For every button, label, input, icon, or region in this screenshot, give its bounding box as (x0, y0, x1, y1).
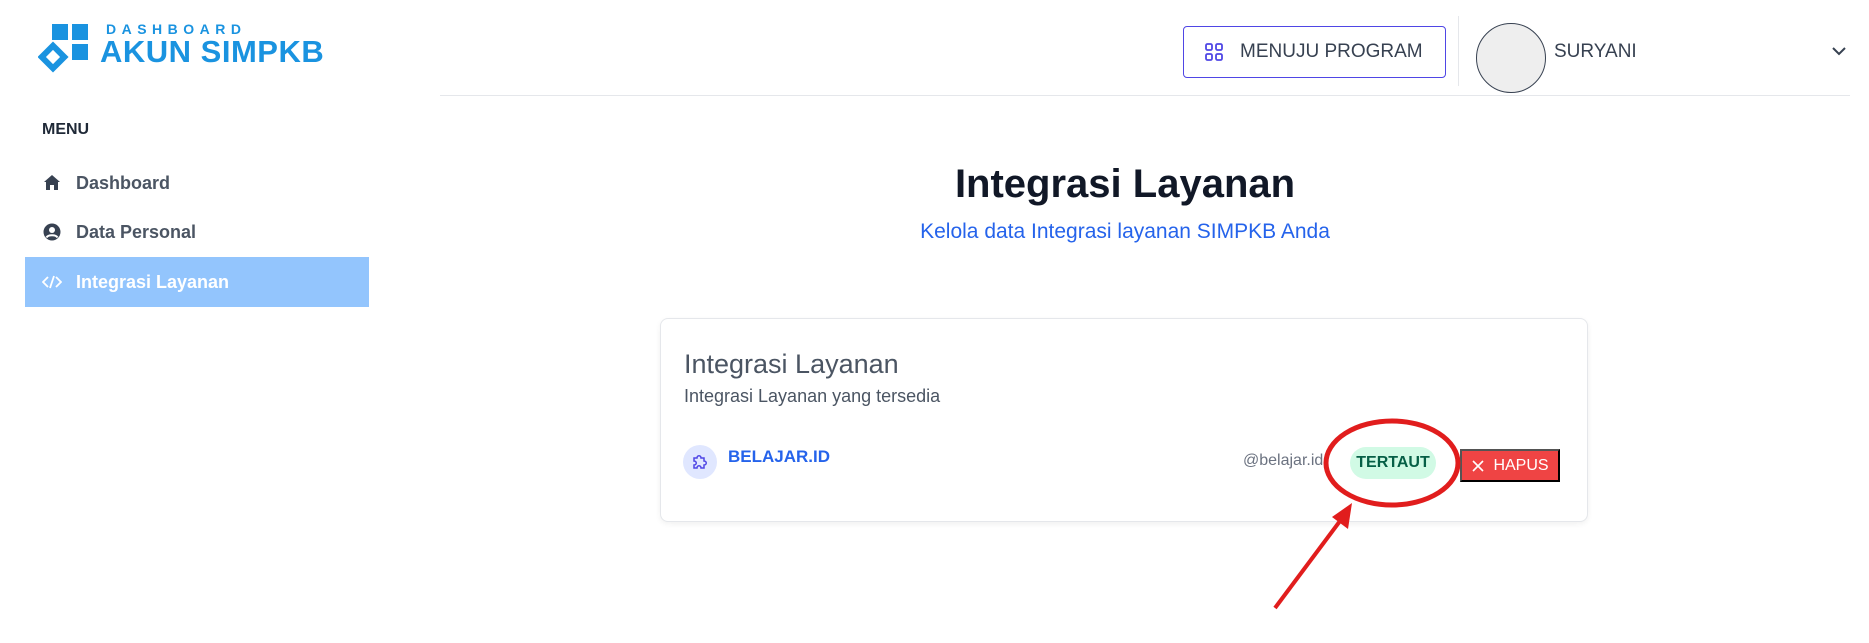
code-icon (42, 272, 62, 292)
logo-mark-icon (38, 24, 88, 73)
logo[interactable]: DASHBOARD AKUN SIMPKB (38, 20, 328, 78)
page: DASHBOARD AKUN SIMPKB MENU Dashboard Dat… (0, 0, 1869, 643)
sidebar-item-label: Integrasi Layanan (76, 271, 230, 292)
page-title: Integrasi Layanan (954, 162, 1296, 206)
menuju-program-button[interactable]: MENUJU PROGRAM (1183, 26, 1446, 78)
user-circle-icon (42, 222, 62, 242)
user-name: SURYANI (1554, 41, 1637, 62)
close-icon (1472, 459, 1485, 472)
service-account: @belajar.id (1243, 452, 1324, 469)
puzzle-icon (683, 445, 717, 479)
card-subtitle: Integrasi Layanan yang tersedia (684, 386, 941, 406)
hapus-label: HAPUS (1493, 456, 1549, 474)
sidebar-item-label: Dashboard (76, 172, 171, 193)
annotation-arrow-shaft (1273, 515, 1345, 610)
page-subtitle: Kelola data Integrasi layanan SIMPKB And… (920, 220, 1330, 243)
card-title: Integrasi Layanan (684, 349, 899, 379)
sidebar-item-integrasi-layanan[interactable]: Integrasi Layanan (25, 257, 369, 307)
sidebar-item-data-personal[interactable]: Data Personal (25, 207, 369, 257)
header-separator (1458, 16, 1459, 86)
logo-big-text: AKUN SIMPKB (100, 34, 325, 69)
avatar[interactable] (1476, 23, 1546, 93)
integration-card: Integrasi Layanan Integrasi Layanan yang… (660, 318, 1588, 522)
home-icon (42, 173, 62, 193)
menuju-program-label: MENUJU PROGRAM (1240, 41, 1423, 62)
menu-heading: MENU (42, 121, 90, 138)
hapus-button[interactable]: HAPUS (1460, 449, 1560, 482)
status-badge: TERTAUT (1350, 447, 1436, 479)
header-divider (440, 95, 1850, 96)
grid-icon (1205, 43, 1223, 61)
sidebar-item-dashboard[interactable]: Dashboard (25, 158, 369, 208)
chevron-down-icon[interactable] (1830, 42, 1848, 60)
service-name[interactable]: BELAJAR.ID (728, 447, 830, 467)
sidebar-item-label: Data Personal (76, 221, 197, 242)
sidebar: DASHBOARD AKUN SIMPKB MENU Dashboard Dat… (0, 0, 440, 643)
